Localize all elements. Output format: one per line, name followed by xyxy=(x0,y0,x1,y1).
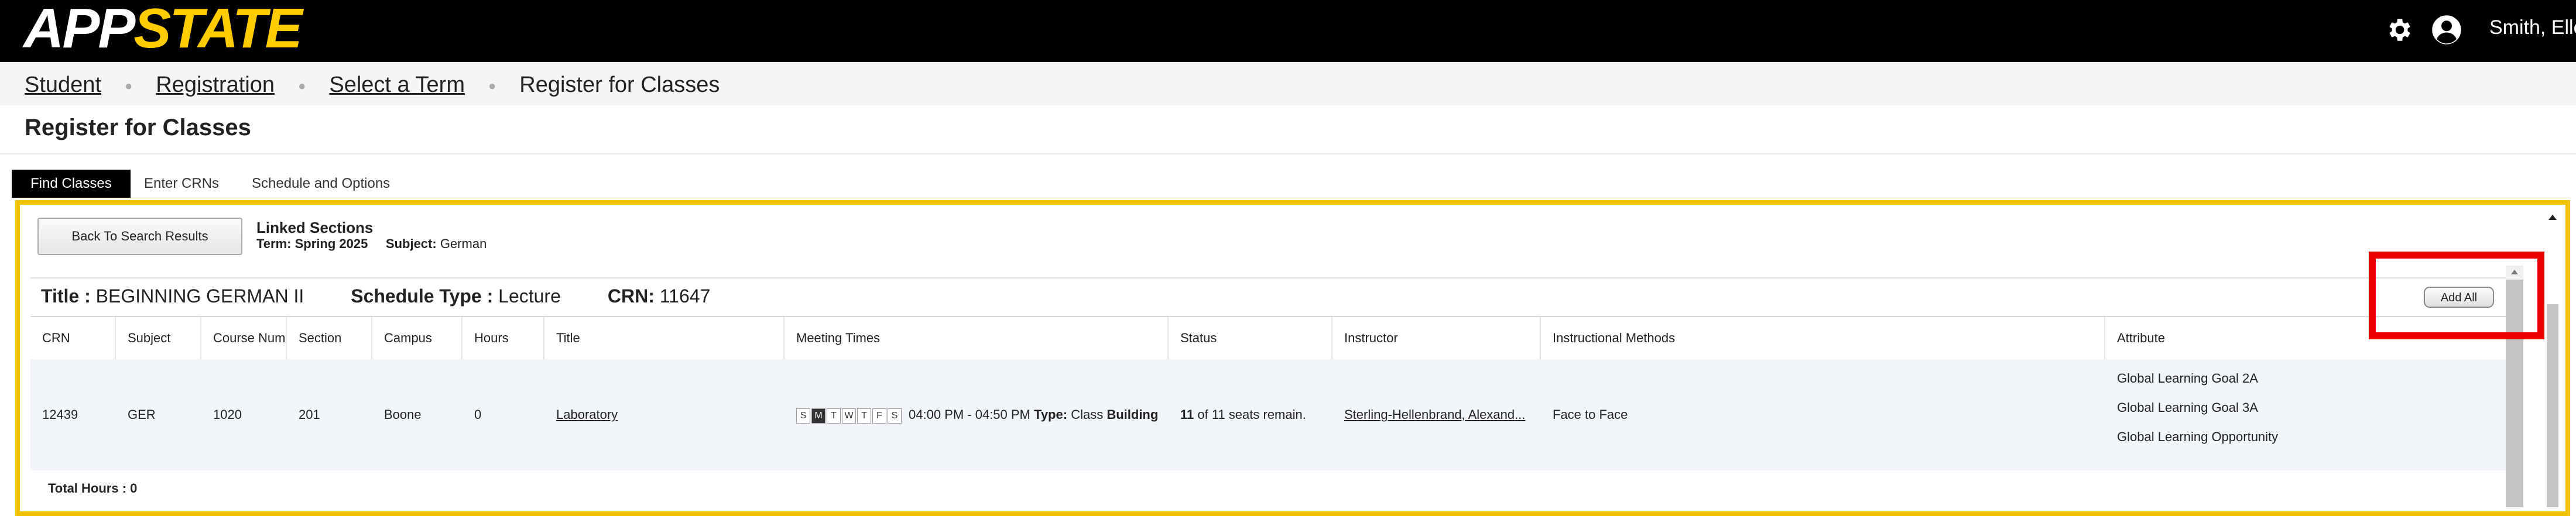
term-value: Spring 2025 xyxy=(294,236,368,251)
attribute-item: Global Learning Opportunity xyxy=(2117,429,2279,444)
breadcrumb-current: Register for Classes xyxy=(519,73,720,97)
breadcrumb-registration[interactable]: Registration xyxy=(156,73,275,97)
table-header: CRN Subject Course Numl Section Campus H… xyxy=(30,316,2507,360)
type-value: Class xyxy=(1071,407,1104,422)
tab-find-classes[interactable]: Find Classes xyxy=(12,170,131,198)
back-to-search-results-button[interactable]: Back To Search Results xyxy=(37,218,242,255)
day-friday: F xyxy=(872,408,886,424)
col-campus[interactable]: Campus xyxy=(372,317,463,359)
subject-value: German xyxy=(440,236,487,251)
col-meeting-times[interactable]: Meeting Times xyxy=(785,317,1169,359)
schedule-type-value: Lecture xyxy=(498,285,561,307)
crn-value: 11647 xyxy=(659,285,711,307)
day-wednesday: W xyxy=(842,408,856,424)
cell-attributes: Global Learning Goal 2A Global Learning … xyxy=(2105,359,2457,470)
breadcrumb-separator: ● xyxy=(298,78,306,93)
term-subject-line: Term: Spring 2025 Subject: German xyxy=(256,236,487,252)
cell-campus: Boone xyxy=(384,407,422,422)
day-sunday: S xyxy=(796,408,810,424)
col-subject[interactable]: Subject xyxy=(116,317,201,359)
type-label: Type: xyxy=(1034,407,1068,422)
col-instructor[interactable]: Instructor xyxy=(1332,317,1541,359)
day-indicators: SMTWTFS xyxy=(796,360,903,470)
meeting-time: 04:00 PM - 04:50 PM xyxy=(909,407,1030,422)
cell-status: 11 of 11 seats remain. xyxy=(1169,359,1332,470)
day-saturday: S xyxy=(888,408,902,424)
building-label: Building xyxy=(1107,407,1159,422)
panel-scrollbar[interactable] xyxy=(2547,304,2558,507)
title-divider xyxy=(0,153,2576,154)
col-course-number[interactable]: Course Numl xyxy=(201,317,287,359)
cell-course-number: 1020 xyxy=(213,407,242,422)
day-tuesday: T xyxy=(827,408,841,424)
breadcrumb-select-term[interactable]: Select a Term xyxy=(329,73,465,97)
title-label: Title : xyxy=(41,285,91,307)
cell-crn: 12439 xyxy=(42,407,78,422)
page-title: Register for Classes xyxy=(25,115,251,140)
crn-label: CRN: xyxy=(607,285,655,307)
status-count: 11 xyxy=(1180,407,1194,422)
term-label: Term: xyxy=(256,236,292,251)
status-text: of 11 seats remain. xyxy=(1197,407,1306,422)
breadcrumb-separator: ● xyxy=(125,78,133,93)
col-hours[interactable]: Hours xyxy=(463,317,544,359)
instructor-link[interactable]: Sterling-Hellenbrand, Alexand... xyxy=(1344,407,1525,422)
logo-app-text: APP xyxy=(23,0,135,60)
cell-instructional-method: Face to Face xyxy=(1553,407,1628,422)
section-divider xyxy=(30,277,2507,278)
subject-label: Subject: xyxy=(385,236,437,251)
breadcrumb-student[interactable]: Student xyxy=(25,73,101,97)
tab-schedule-options[interactable]: Schedule and Options xyxy=(233,170,409,198)
cell-section: 201 xyxy=(299,407,320,422)
panel-scroll-up-icon[interactable] xyxy=(2543,211,2561,225)
appstate-logo[interactable]: APPSTATE xyxy=(23,0,303,60)
course-info-line: Title : BEGINNING GERMAN II Schedule Type… xyxy=(41,285,710,307)
user-name[interactable]: Smith, Elle xyxy=(2489,16,2576,39)
breadcrumb-bar: Student ● Registration ● Select a Term ● Regis… xyxy=(0,62,2576,105)
cell-subject: GER xyxy=(128,407,156,422)
title-value: BEGINNING GERMAN II xyxy=(95,285,304,307)
linked-sections-heading: Linked Sections xyxy=(256,219,374,236)
cell-title: Laboratory xyxy=(544,359,785,470)
tab-enter-crns[interactable]: Enter CRNs xyxy=(125,170,238,198)
col-crn[interactable]: CRN xyxy=(30,317,116,359)
highlight-box xyxy=(2369,252,2544,339)
attribute-item: Global Learning Goal 3A xyxy=(2117,400,2258,415)
attribute-item: Global Learning Goal 2A xyxy=(2117,371,2258,386)
logo-state-text: STATE xyxy=(133,0,302,60)
laboratory-link[interactable]: Laboratory xyxy=(556,407,618,422)
breadcrumb: Student ● Registration ● Select a Term ● Regis… xyxy=(25,73,720,98)
col-title[interactable]: Title xyxy=(544,317,785,359)
cell-meeting-times[interactable]: SMTWTFS 04:00 PM - 04:50 PM Type: Class … xyxy=(785,359,1169,470)
cell-hours: 0 xyxy=(474,407,482,422)
cell-instructor: Sterling-Hellenbrand, Alexand... xyxy=(1332,359,1541,470)
col-instructional-methods[interactable]: Instructional Methods xyxy=(1541,317,2105,359)
schedule-type-label: Schedule Type : xyxy=(351,285,494,307)
day-monday: M xyxy=(811,408,825,424)
day-thursday: T xyxy=(857,408,871,424)
col-section[interactable]: Section xyxy=(287,317,372,359)
total-hours: Total Hours : 0 xyxy=(48,481,138,496)
user-circle-icon[interactable] xyxy=(2431,14,2462,46)
col-status[interactable]: Status xyxy=(1169,317,1332,359)
breadcrumb-separator: ● xyxy=(488,78,496,93)
top-bar: APPSTATE Smith, Elle xyxy=(0,0,2576,62)
gear-icon[interactable] xyxy=(2384,15,2413,44)
